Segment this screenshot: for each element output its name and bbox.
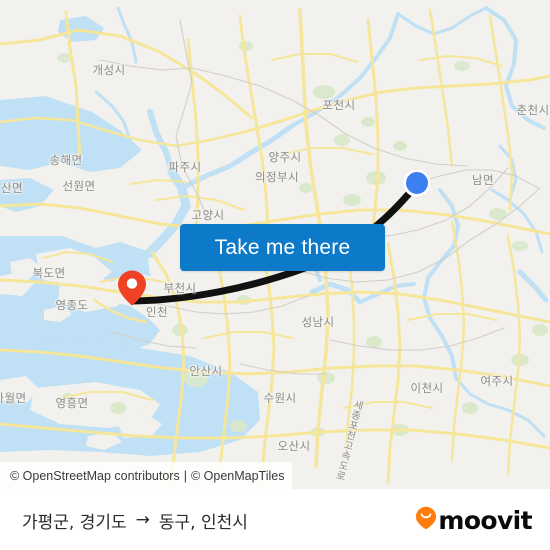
footer-bar: 가평군, 경기도 → 동구, 인천시 moovit — [0, 489, 550, 550]
moovit-logo[interactable]: moovit — [415, 505, 533, 535]
origin-point-icon[interactable] — [403, 169, 431, 197]
moovit-pin-icon — [415, 506, 437, 535]
destination-pin-icon[interactable] — [116, 269, 148, 307]
map-canvas[interactable]: 개성시 포천시 춘천시 송해면 파주시 양주시 의정부시 산면 선원면 남면 고양시 북도면 부천시 영종… — [0, 0, 550, 489]
arrow-right-icon: → — [135, 509, 150, 530]
route-origin-label: 가평군, 경기도 — [22, 512, 127, 533]
moovit-wordmark: moovit — [438, 505, 532, 535]
take-me-there-button[interactable]: Take me there — [180, 224, 385, 271]
maptiles-attribution-link[interactable]: © OpenMapTiles — [191, 469, 285, 483]
osm-attribution-link[interactable]: © OpenStreetMap contributors — [10, 469, 180, 483]
route-destination-label: 동구, 인천시 — [158, 512, 248, 533]
attribution-separator: | — [183, 468, 187, 483]
map-attribution: © OpenStreetMap contributors | © OpenMap… — [0, 462, 293, 489]
moovit-map-card: 개성시 포천시 춘천시 송해면 파주시 양주시 의정부시 산면 선원면 남면 고양시 북도면 부천시 영종… — [0, 0, 550, 550]
route-title: 가평군, 경기도 → 동구, 인천시 — [22, 508, 248, 533]
